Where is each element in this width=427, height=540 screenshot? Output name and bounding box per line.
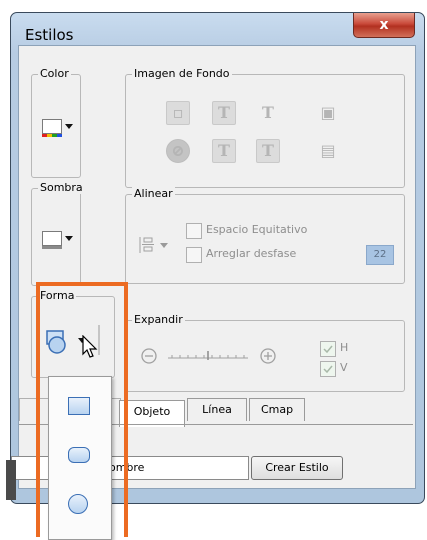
window-edge bbox=[6, 460, 16, 500]
color-swatch-icon bbox=[42, 119, 62, 134]
tab-object-label: Objeto bbox=[133, 405, 171, 418]
background-image-group-label: Imagen de Fondo bbox=[132, 67, 232, 80]
check-icon bbox=[323, 365, 333, 374]
tab-cmap-label: Cmap bbox=[260, 403, 294, 416]
image-fit-icon[interactable]: ▣ bbox=[316, 101, 340, 125]
shadow-group-label: Sombra bbox=[38, 181, 85, 194]
no-image-icon[interactable]: ⊘ bbox=[166, 139, 190, 163]
close-icon: x bbox=[379, 17, 389, 33]
window-title: Estilos bbox=[25, 26, 74, 44]
rounded-rectangle-shape-option[interactable] bbox=[68, 447, 90, 463]
align-group: Alinear Espacio Equitativo Arreglar desf… bbox=[125, 187, 405, 284]
color-group: Color bbox=[31, 67, 81, 178]
align-group-label: Alinear bbox=[132, 187, 175, 200]
create-style-label: Crear Estilo bbox=[265, 461, 329, 474]
shape-group: Forma bbox=[31, 289, 115, 378]
image-stretch-icon[interactable]: ▤ bbox=[316, 139, 340, 163]
text-small-icon[interactable]: T bbox=[212, 139, 236, 163]
chevron-down-icon bbox=[65, 124, 73, 129]
expand-group: Expandir H V bbox=[125, 313, 405, 392]
fix-offset-label: Arreglar desfase bbox=[206, 247, 297, 260]
tab-line[interactable]: Línea bbox=[187, 398, 247, 421]
equal-spacing-checkbox[interactable] bbox=[186, 223, 202, 239]
background-image-group: Imagen de Fondo ▫ T T ▣ ⊘ T T ▤ bbox=[125, 67, 405, 188]
expand-v-label: V bbox=[340, 361, 348, 374]
rectangle-shape-option[interactable] bbox=[68, 397, 90, 415]
highlight-right bbox=[124, 282, 128, 537]
equal-spacing-label: Espacio Equitativo bbox=[206, 223, 308, 236]
align-dropdown[interactable] bbox=[136, 235, 172, 255]
chevron-down-icon bbox=[65, 236, 73, 241]
align-spacing-icon bbox=[139, 237, 168, 253]
color-bar-icon bbox=[42, 134, 62, 137]
expand-h-label: H bbox=[340, 341, 349, 354]
expand-v-checkbox[interactable] bbox=[320, 361, 336, 377]
offset-value-field[interactable]: 22 bbox=[366, 245, 394, 265]
check-icon bbox=[323, 345, 333, 354]
shape-dropdown-menu bbox=[48, 376, 112, 540]
style-name-field[interactable]: nombre bbox=[11, 456, 249, 480]
tab-object[interactable]: Objeto bbox=[119, 400, 185, 427]
fix-offset-checkbox[interactable] bbox=[186, 247, 202, 263]
close-button[interactable]: x bbox=[353, 13, 415, 38]
tab-cmap[interactable]: Cmap bbox=[249, 398, 305, 421]
shadow-bar-icon bbox=[42, 246, 62, 249]
tab-line-label: Línea bbox=[202, 403, 232, 416]
shadow-group: Sombra bbox=[31, 181, 85, 286]
color-group-label: Color bbox=[38, 67, 71, 80]
highlight-top bbox=[36, 282, 128, 286]
text-corner-icon[interactable]: T bbox=[256, 139, 280, 163]
image-placeholder-icon[interactable]: ▫ bbox=[166, 101, 190, 125]
expand-group-label: Expandir bbox=[132, 313, 185, 326]
shadow-swatch-icon bbox=[42, 231, 62, 246]
create-style-button[interactable]: Crear Estilo bbox=[251, 456, 343, 480]
text-icon[interactable]: T bbox=[212, 101, 236, 125]
ellipse-shape-option[interactable] bbox=[68, 494, 88, 514]
expand-slider[interactable] bbox=[140, 345, 304, 367]
mouse-cursor-icon bbox=[82, 335, 98, 358]
expand-h-checkbox[interactable] bbox=[320, 341, 336, 357]
color-picker-button[interactable] bbox=[42, 119, 73, 137]
text-clear-icon[interactable]: T bbox=[256, 101, 280, 125]
shape-group-label: Forma bbox=[38, 289, 77, 302]
highlight-left bbox=[36, 282, 40, 537]
shadow-picker-button[interactable] bbox=[42, 231, 73, 249]
